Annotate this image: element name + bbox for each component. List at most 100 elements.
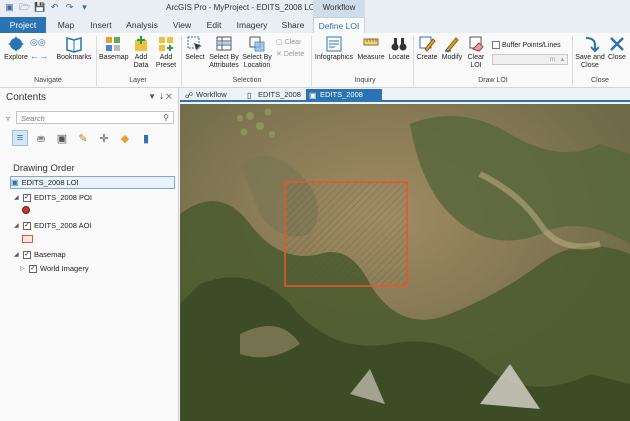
layer-name: EDITS_2008 LOI xyxy=(21,177,79,187)
select-by-attributes-label-1: Select By xyxy=(209,54,239,61)
pane-controls[interactable]: ▼ ⭣ ✕ xyxy=(148,92,172,102)
spinner-arrow-icon[interactable]: ▴ xyxy=(561,55,564,64)
delete-button[interactable]: ✕ Delete xyxy=(276,50,304,59)
explore-button[interactable]: Explore xyxy=(3,35,29,62)
visibility-checkbox[interactable]: ✓ xyxy=(23,221,31,230)
layer-name: World Imagery xyxy=(40,263,89,273)
add-data-label-2: Data xyxy=(133,62,149,69)
basemap-button[interactable]: Basemap xyxy=(99,35,129,62)
expand-icon[interactable]: ◢ xyxy=(14,220,20,232)
layer-item-basemap[interactable]: ◢ ✓ Basemap xyxy=(14,248,179,261)
create-button[interactable]: Create xyxy=(415,35,439,62)
tab-imagery[interactable]: Imagery xyxy=(233,17,271,33)
locate-button[interactable]: Locate xyxy=(387,35,411,62)
separator xyxy=(413,36,414,86)
expand-icon[interactable]: ◢ xyxy=(14,192,20,204)
full-extent-icon[interactable]: ◎◎ xyxy=(30,37,46,48)
contents-view-toolbar: ≡ ⛂ ▣ ✎ ✛ ◆ ▮ xyxy=(12,130,154,146)
add-data-button[interactable]: Add Data xyxy=(130,35,152,70)
tab-workflow[interactable]: ☍ Workflow xyxy=(182,89,242,102)
buffer-checkbox-box[interactable] xyxy=(492,41,500,49)
save-icon[interactable]: 💾 xyxy=(34,2,45,13)
modify-button[interactable]: Modify xyxy=(440,35,464,62)
select-button[interactable]: Select xyxy=(184,35,206,62)
tab-project[interactable]: Project xyxy=(0,17,46,33)
poi-symbol-icon[interactable] xyxy=(22,206,30,214)
search-placeholder: Search xyxy=(21,114,45,123)
data-source-icon[interactable]: ⛂ xyxy=(33,130,49,146)
layer-item-world-imagery[interactable]: ▷ ✓ World Imagery xyxy=(20,262,185,275)
customize-icon[interactable]: ▾ xyxy=(79,2,90,13)
tab-edit[interactable]: Edit xyxy=(201,17,227,33)
separator xyxy=(572,36,573,86)
clear-loi-button[interactable]: Clear LOI xyxy=(465,35,487,70)
explore-label: Explore xyxy=(4,54,28,61)
infographics-button[interactable]: Infographics xyxy=(314,35,354,62)
separator xyxy=(311,36,312,86)
search-input[interactable]: Search ⚲ xyxy=(16,111,174,124)
app-title: ArcGIS Pro - MyProject - EDITS_2008 LOI xyxy=(166,3,318,12)
tab-insert[interactable]: Insert xyxy=(85,17,117,33)
editing-view-icon[interactable]: ✎ xyxy=(75,130,91,146)
tab-define-loi[interactable]: Define LOI xyxy=(313,17,365,33)
buffer-distance-field[interactable]: m ▴ xyxy=(492,54,568,65)
snapping-view-icon[interactable]: ✛ xyxy=(96,130,112,146)
collapse-icon[interactable]: ▷ xyxy=(20,263,26,275)
title-bar: ▣ 🗁 💾 ↶ ↷ ▾ ArcGIS Pro - MyProject - EDI… xyxy=(0,0,630,17)
open-icon[interactable]: 🗁 xyxy=(19,2,30,13)
add-preset-button[interactable]: Add Preset xyxy=(154,35,178,70)
clear-loi-label-1: Clear xyxy=(467,54,485,61)
new-project-icon[interactable]: ▣ xyxy=(4,2,15,13)
map-view[interactable] xyxy=(180,104,630,421)
redo-icon[interactable]: ↷ xyxy=(64,2,75,13)
locate-label: Locate xyxy=(388,54,410,61)
close-button[interactable]: Close xyxy=(606,35,628,62)
eraser-icon xyxy=(469,36,484,52)
layer-item-aoi[interactable]: ◢ ✓ EDITS_2008 AOI xyxy=(14,219,179,232)
loi-polygon[interactable] xyxy=(284,181,408,287)
selection-view-icon[interactable]: ▣ xyxy=(54,130,70,146)
zoom-icons[interactable]: ←→ xyxy=(30,51,48,61)
buffer-checkbox[interactable]: Buffer Points/Lines xyxy=(492,41,561,49)
measure-label: Measure xyxy=(357,54,385,61)
tab-share[interactable]: Share xyxy=(278,17,308,33)
select-by-attributes-button[interactable]: Select By Attributes xyxy=(208,35,240,70)
undo-icon[interactable]: ↶ xyxy=(49,2,60,13)
add-preset-icon xyxy=(159,37,173,51)
clear-loi-label-2: LOI xyxy=(470,62,482,69)
select-by-location-button[interactable]: Select By Location xyxy=(241,35,273,70)
search-icon[interactable]: ⚲ xyxy=(163,113,169,122)
tab-edits-2008-loi[interactable]: ▣EDITS_2008 LOI✕ xyxy=(306,89,382,111)
layout-icon: ▯ xyxy=(247,91,252,100)
return-arrow-icon xyxy=(585,37,599,53)
add-preset-label-2: Preset xyxy=(155,62,177,69)
save-and-close-label-1: Save and xyxy=(575,54,605,61)
visibility-checkbox[interactable]: ✓ xyxy=(29,264,37,273)
select-icon xyxy=(187,36,202,51)
tab-analysis[interactable]: Analysis xyxy=(123,17,161,33)
layer-item-loi[interactable]: ▣ EDITS_2008 LOI xyxy=(10,176,175,189)
tab-view[interactable]: View xyxy=(168,17,196,33)
tab-label: EDITS_2008 xyxy=(258,90,301,99)
drawing-order-icon[interactable]: ≡ xyxy=(12,130,28,146)
bookmarks-button[interactable]: Bookmarks xyxy=(56,35,92,62)
select-by-attributes-label-2: Attributes xyxy=(209,62,239,69)
aoi-symbol-icon[interactable] xyxy=(22,235,33,243)
visibility-checkbox[interactable]: ✓ xyxy=(23,193,31,202)
measure-button[interactable]: Measure xyxy=(356,35,386,62)
select-by-location-icon xyxy=(249,36,265,52)
labeling-view-icon[interactable]: ◆ xyxy=(117,130,133,146)
clear-selection-button[interactable]: ▢ Clear xyxy=(276,38,301,47)
visibility-checkbox[interactable]: ✓ xyxy=(23,250,31,259)
layer-item-poi[interactable]: ◢ ✓ EDITS_2008 POI xyxy=(14,191,179,204)
infographics-icon xyxy=(326,36,342,52)
workflow-icon: ☍ xyxy=(185,91,194,100)
expand-icon[interactable]: ◢ xyxy=(14,249,20,261)
filter-icon[interactable]: ▿ xyxy=(6,114,10,123)
selection-group-label: Selection xyxy=(232,77,262,84)
save-and-close-button[interactable]: Save and Close xyxy=(575,35,605,70)
tab-edits-2008[interactable]: ▯ EDITS_2008 xyxy=(244,89,304,102)
charts-view-icon[interactable]: ▮ xyxy=(138,130,154,146)
pane-title: Contents xyxy=(6,92,47,103)
tab-map[interactable]: Map xyxy=(52,17,80,33)
